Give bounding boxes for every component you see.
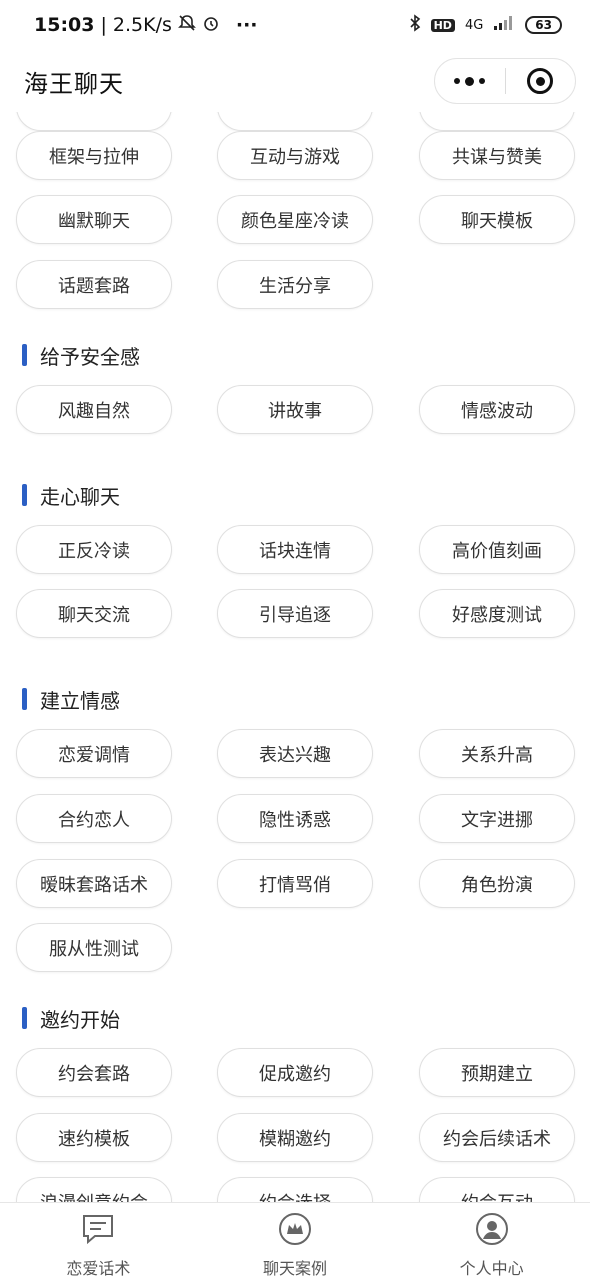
category-pill[interactable]: 暧昧套路话术 xyxy=(16,859,172,908)
user-icon xyxy=(474,1211,510,1247)
tab-chat-cases[interactable]: 聊天案例 xyxy=(197,1203,394,1279)
status-separator: | xyxy=(100,14,107,36)
more-status-icon: ··· xyxy=(235,14,258,36)
category-pill[interactable]: 预期建立 xyxy=(419,1048,575,1097)
section-accent-bar xyxy=(22,1007,27,1029)
tab-love-scripts[interactable]: 恋爱话术 xyxy=(0,1203,197,1279)
category-pill[interactable]: 文字进挪 xyxy=(419,794,575,843)
tab-label: 个人中心 xyxy=(459,1259,524,1278)
category-pill[interactable]: 表达兴趣 xyxy=(217,729,373,778)
category-pill[interactable]: 速约模板 xyxy=(16,1113,172,1162)
category-pill[interactable]: 高价值刻画 xyxy=(419,525,575,574)
more-dots-icon xyxy=(454,76,486,86)
category-pill-cut xyxy=(419,112,575,131)
category-pill[interactable]: 角色扮演 xyxy=(419,859,575,908)
category-pill[interactable]: 模糊邀约 xyxy=(217,1113,373,1162)
section-accent-bar xyxy=(22,688,27,710)
miniprogram-capsule xyxy=(434,58,576,104)
category-pill[interactable]: 促成邀约 xyxy=(217,1048,373,1097)
tab-profile[interactable]: 个人中心 xyxy=(393,1203,590,1279)
section-title-heart: 走心聊天 xyxy=(22,482,120,509)
battery-indicator: 63 xyxy=(525,16,562,34)
category-pill[interactable]: 聊天交流 xyxy=(16,589,172,638)
network-label: 4G xyxy=(464,17,484,33)
category-pill[interactable]: 话题套路 xyxy=(16,260,172,309)
status-time: 15:03 xyxy=(34,14,95,36)
category-pill[interactable]: 合约恋人 xyxy=(16,794,172,843)
close-miniprogram-button[interactable] xyxy=(506,59,576,103)
category-pill[interactable]: 聊天模板 xyxy=(419,195,575,244)
category-pill[interactable]: 好感度测试 xyxy=(419,589,575,638)
category-pill[interactable]: 服从性测试 xyxy=(16,923,172,972)
section-title-text: 邀约开始 xyxy=(40,1007,120,1032)
signal-icon xyxy=(493,15,515,35)
category-pill[interactable]: 共谋与赞美 xyxy=(419,131,575,180)
category-pill[interactable]: 恋爱调情 xyxy=(16,729,172,778)
app-title: 海王聊天 xyxy=(24,69,124,98)
section-title-security: 给予安全感 xyxy=(22,342,140,369)
category-pill[interactable]: 约会套路 xyxy=(16,1048,172,1097)
bluetooth-icon xyxy=(409,14,421,36)
category-pill[interactable]: 风趣自然 xyxy=(16,385,172,434)
hd-badge: HD xyxy=(430,18,455,32)
chat-bubble-icon xyxy=(80,1211,116,1247)
category-pill[interactable]: 打情骂俏 xyxy=(217,859,373,908)
category-pill[interactable]: 框架与拉伸 xyxy=(16,131,172,180)
category-pill[interactable]: 约会后续话术 xyxy=(419,1113,575,1162)
status-right: HD 4G 63 xyxy=(409,14,562,36)
section-title-text: 建立情感 xyxy=(40,688,120,713)
category-pill[interactable]: 引导追逐 xyxy=(217,589,373,638)
section-accent-bar xyxy=(22,344,27,366)
category-pill[interactable]: 约会选择 xyxy=(217,1177,373,1202)
category-pill[interactable]: 颜色星座冷读 xyxy=(217,195,373,244)
status-bar: 15:03 | 2.5K/s ··· HD 4G 63 xyxy=(0,0,590,50)
status-speed: 2.5K/s xyxy=(112,14,172,36)
category-pill-cut xyxy=(16,112,172,131)
category-pill[interactable]: 正反冷读 xyxy=(16,525,172,574)
tab-label: 聊天案例 xyxy=(263,1259,328,1278)
section-title-text: 给予安全感 xyxy=(40,344,140,369)
category-pill[interactable]: 幽默聊天 xyxy=(16,195,172,244)
section-title-text: 走心聊天 xyxy=(40,484,120,509)
tab-label: 恋爱话术 xyxy=(66,1259,131,1278)
category-pill[interactable]: 互动与游戏 xyxy=(217,131,373,180)
status-left: 15:03 | 2.5K/s ··· xyxy=(34,14,258,37)
category-pill[interactable]: 约会互动 xyxy=(419,1177,575,1202)
section-accent-bar xyxy=(22,484,27,506)
more-options-button[interactable] xyxy=(435,59,505,103)
target-icon xyxy=(527,68,554,94)
category-pill[interactable]: 情感波动 xyxy=(419,385,575,434)
title-bar: 海王聊天 xyxy=(0,50,590,112)
section-title-emotion: 建立情感 xyxy=(22,686,120,713)
category-pill[interactable]: 浪漫创意约会 xyxy=(16,1177,172,1202)
category-pill-cut xyxy=(217,112,373,131)
category-pill[interactable]: 生活分享 xyxy=(217,260,373,309)
category-pill[interactable]: 话块连情 xyxy=(217,525,373,574)
crown-icon xyxy=(277,1211,313,1247)
section-title-invite: 邀约开始 xyxy=(22,1005,120,1032)
alarm-icon xyxy=(202,14,220,37)
category-pill[interactable]: 讲故事 xyxy=(217,385,373,434)
bottom-tab-bar: 恋爱话术 聊天案例 个人中心 xyxy=(0,1202,590,1279)
mute-icon xyxy=(177,14,196,37)
category-pill[interactable]: 关系升高 xyxy=(419,729,575,778)
category-list[interactable]: 框架与拉伸 互动与游戏 共谋与赞美 幽默聊天 颜色星座冷读 聊天模板 话题套路 … xyxy=(0,112,590,1202)
category-pill[interactable]: 隐性诱惑 xyxy=(217,794,373,843)
